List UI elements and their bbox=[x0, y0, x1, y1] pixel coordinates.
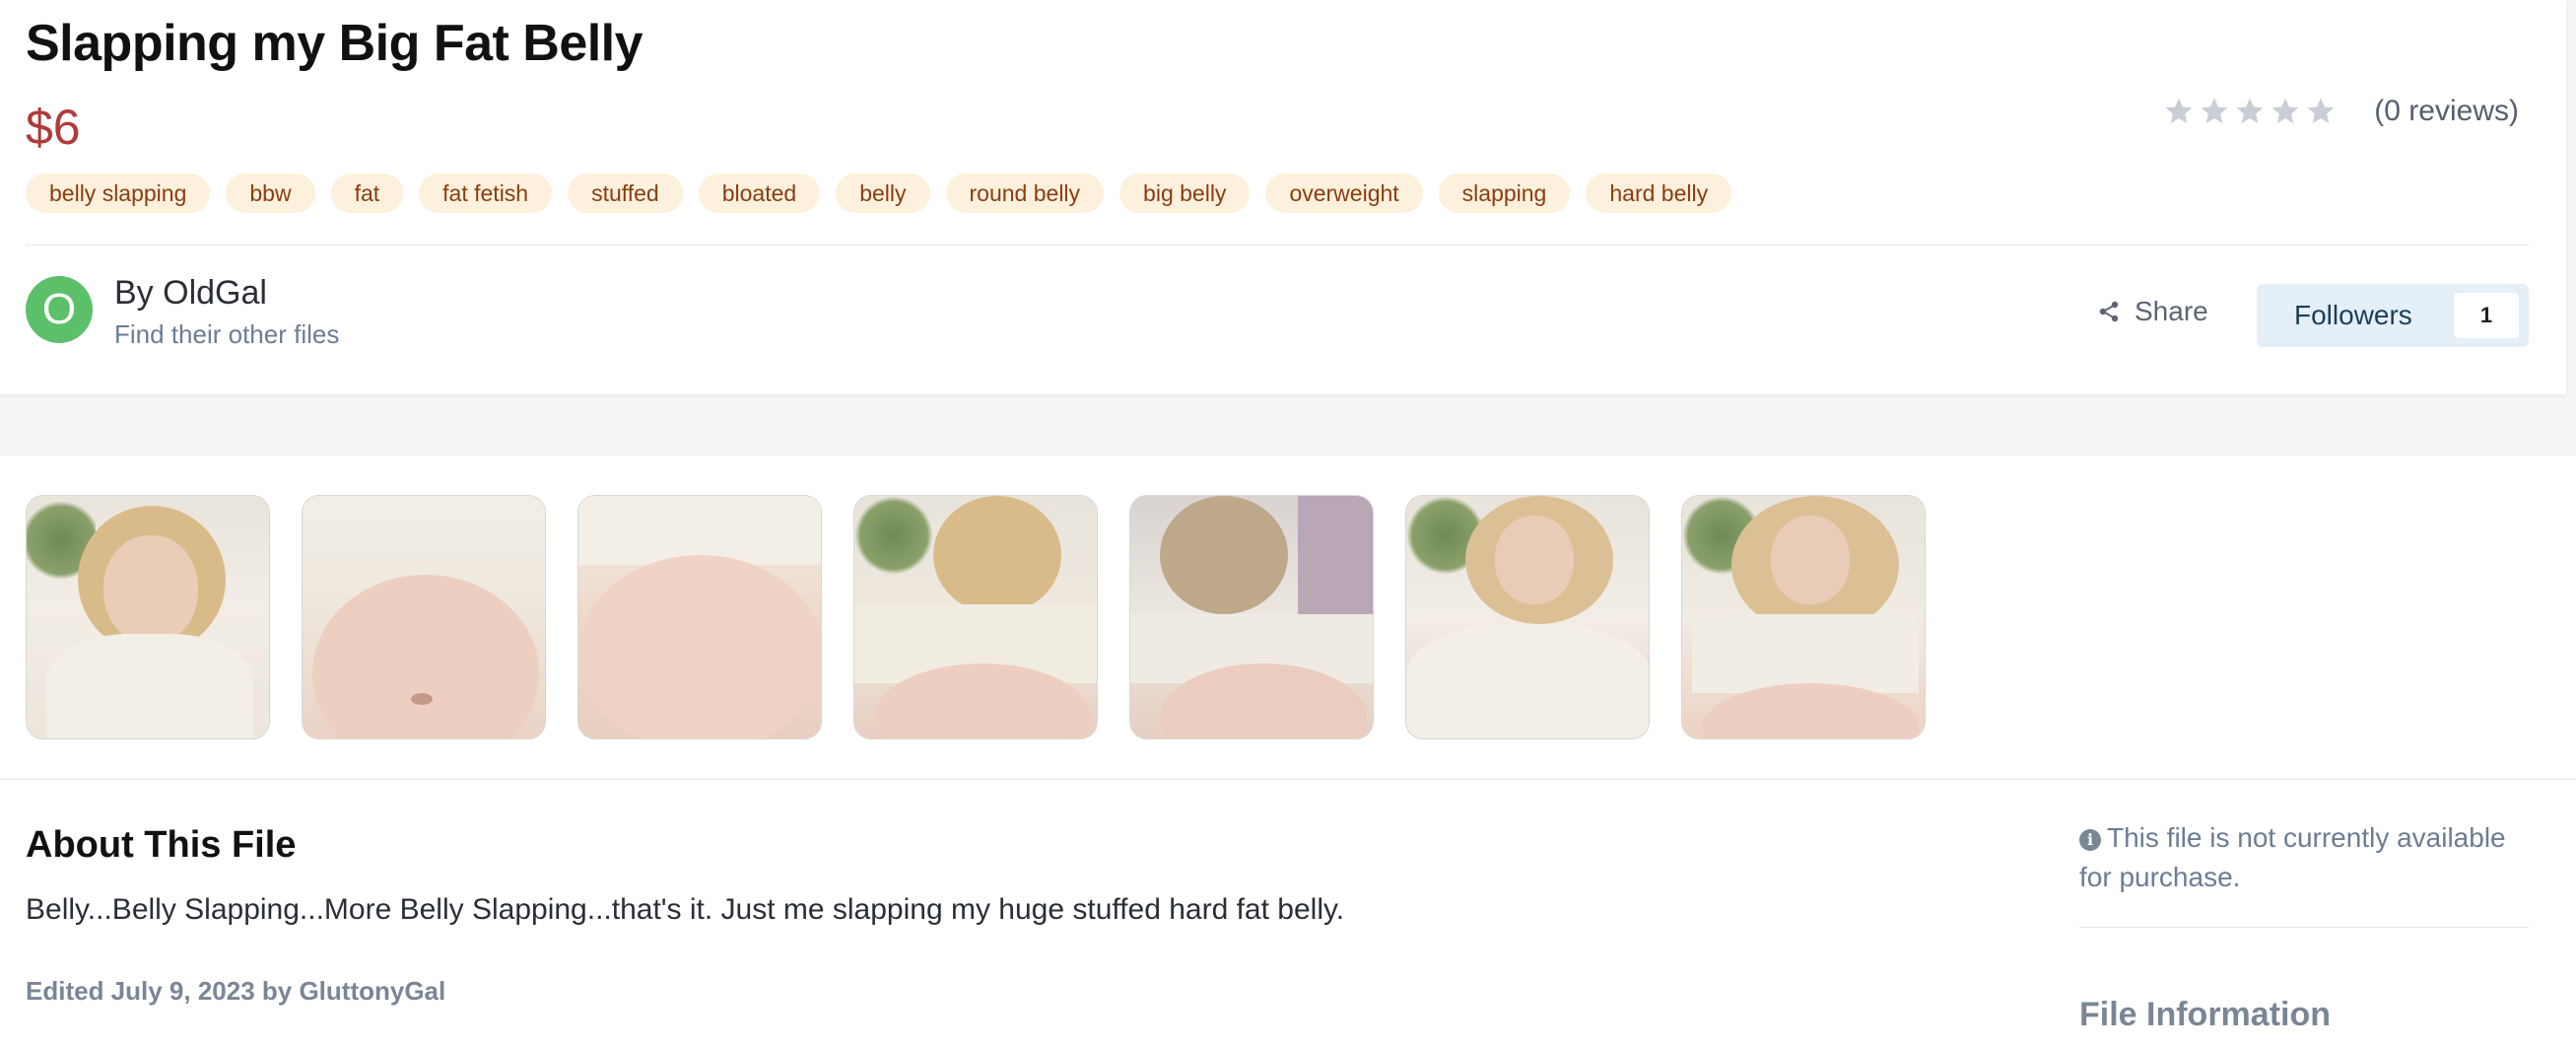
author-byline[interactable]: By OldGal bbox=[114, 274, 267, 313]
tag-chip[interactable]: slapping bbox=[1438, 174, 1571, 213]
page-title: Slapping my Big Fat Belly bbox=[26, 15, 644, 72]
share-label: Share bbox=[2135, 296, 2208, 326]
gallery-thumbnail[interactable] bbox=[577, 495, 822, 739]
followers-label: Followers bbox=[2294, 300, 2412, 330]
file-header-card: Slapping my Big Fat Belly $6 (0 reviews)… bbox=[0, 0, 2566, 394]
tag-chip[interactable]: hard belly bbox=[1586, 174, 1732, 213]
star-icon[interactable] bbox=[2163, 96, 2195, 127]
gallery-thumbnail[interactable] bbox=[1405, 495, 1650, 739]
about-description: Belly...Belly Slapping...More Belly Slap… bbox=[26, 893, 1345, 926]
gallery-thumbnail[interactable] bbox=[302, 495, 546, 739]
tag-chip[interactable]: fat fetish bbox=[419, 174, 553, 213]
share-icon bbox=[2097, 300, 2121, 323]
tag-chip[interactable]: belly bbox=[836, 174, 930, 213]
other-files-link[interactable]: Find their other files bbox=[114, 319, 339, 350]
divider bbox=[0, 779, 2576, 780]
followers-button[interactable]: Followers 1 bbox=[2257, 284, 2529, 347]
star-icon[interactable] bbox=[2305, 96, 2337, 127]
tag-chip[interactable]: belly slapping bbox=[26, 174, 211, 213]
tag-chip[interactable]: stuffed bbox=[568, 174, 683, 213]
tag-chip[interactable]: big belly bbox=[1119, 174, 1251, 213]
gallery-thumbnail[interactable] bbox=[853, 495, 1098, 739]
file-information-heading: File Information bbox=[2079, 996, 2331, 1033]
divider bbox=[2079, 927, 2529, 928]
followers-count: 1 bbox=[2454, 293, 2519, 338]
share-button[interactable]: Share bbox=[2097, 296, 2208, 327]
gallery-thumbnail[interactable] bbox=[1681, 495, 1926, 739]
tag-list: belly slapping bbw fat fat fetish stuffe… bbox=[26, 174, 1732, 213]
gallery-thumbnail[interactable] bbox=[26, 495, 270, 739]
about-heading: About This File bbox=[26, 824, 297, 866]
preview-gallery bbox=[26, 495, 1926, 739]
author-avatar[interactable]: O bbox=[26, 276, 93, 343]
tag-chip[interactable]: fat bbox=[330, 174, 404, 213]
info-icon: i bbox=[2079, 829, 2101, 851]
notice-text: This file is not currently available for… bbox=[2079, 822, 2506, 892]
star-icon[interactable] bbox=[2270, 96, 2301, 127]
reviews-count[interactable]: (0 reviews) bbox=[2374, 95, 2519, 128]
file-body-card: About This File Belly...Belly Slapping..… bbox=[0, 455, 2576, 1049]
rating-stars[interactable] bbox=[2163, 96, 2337, 127]
tag-chip[interactable]: round belly bbox=[945, 174, 1105, 213]
gallery-thumbnail[interactable] bbox=[1129, 495, 1374, 739]
rating: (0 reviews) bbox=[2163, 95, 2519, 128]
star-icon[interactable] bbox=[2234, 96, 2266, 127]
edited-note: Edited July 9, 2023 by GluttonyGal bbox=[26, 976, 446, 1006]
star-icon[interactable] bbox=[2199, 96, 2230, 127]
tag-chip[interactable]: overweight bbox=[1265, 174, 1423, 213]
file-price: $6 bbox=[26, 100, 81, 155]
availability-notice: i This file is not currently available fo… bbox=[2079, 818, 2529, 897]
tag-chip[interactable]: bloated bbox=[698, 174, 821, 213]
tag-chip[interactable]: bbw bbox=[226, 174, 315, 213]
